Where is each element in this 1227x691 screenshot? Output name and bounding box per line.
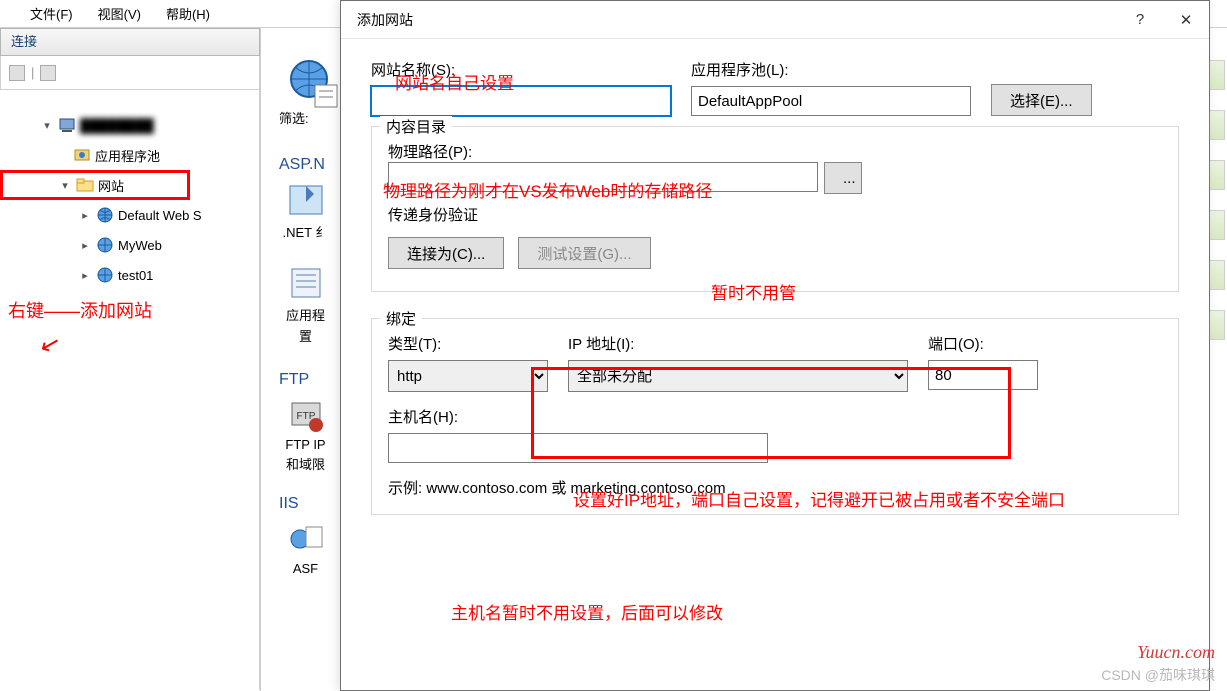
site-name-label: 网站名称(S): [371,59,671,80]
group-title: 绑定 [380,308,422,329]
pass-through-auth-label: 传递身份验证 [388,204,1162,225]
annotation-hostname: 主机名暂时不用设置，后面可以修改 [451,599,723,624]
ip-address-label: IP 地址(I): [568,333,908,354]
hostname-label: 主机名(H): [388,406,768,427]
feature-icon[interactable] [286,180,326,220]
type-label: 类型(T): [388,333,548,354]
dialog-title: 添加网站 [357,10,413,30]
port-input[interactable] [928,360,1038,390]
app-pool-icon [73,146,91,164]
test-settings-button: 测试设置(G)... [518,237,650,269]
app-pool-input [691,86,971,116]
feature-icon[interactable]: FTP [286,395,326,435]
app-pool-label: 应用程序池(L): [691,59,971,80]
toolbar-icon[interactable] [40,65,56,81]
right-strip [1209,60,1227,690]
chevron-right-icon[interactable]: ▸ [78,269,92,282]
website-icon [287,57,341,111]
connections-tree: ▾ ████████ 应用程序池 ▾ 网站 ▸ Default Web S ▸ … [0,90,260,690]
connections-header: 连接 [0,28,260,56]
tree-server[interactable]: ▾ ████████ [0,110,259,140]
globe-icon [96,266,114,284]
physical-path-label: 物理路径(P): [388,144,472,161]
connect-as-button[interactable]: 连接为(C)... [388,237,504,269]
watermark: Yuucn.com [1137,642,1215,663]
annotation-rightclick: 右键——添加网站 [8,297,152,323]
tree-site-test01[interactable]: ▸ test01 [0,260,259,290]
help-button[interactable]: ? [1117,5,1163,35]
feature-view: 筛选: ASP.N .NET 纟 应用程 置 FTP FTP FTP IP 和域… [260,28,350,691]
annotation-arrow: ↙ [37,328,64,361]
type-select[interactable]: http [388,360,548,392]
toolbar-icon[interactable] [9,65,25,81]
tree-site-default[interactable]: ▸ Default Web S [0,200,259,230]
server-icon [58,116,76,134]
chevron-right-icon[interactable]: ▸ [78,209,92,222]
feature-icon[interactable] [286,519,326,559]
browse-button[interactable]: ... [824,162,862,194]
binding-group: 绑定 类型(T): http IP 地址(I): 全部未分配 端口(O): 主机… [371,318,1179,515]
site-name-input[interactable] [371,86,671,116]
chevron-down-icon[interactable]: ▾ [40,119,54,132]
hostname-input[interactable] [388,433,768,463]
menu-file[interactable]: 文件(F) [30,4,73,23]
tree-app-pools[interactable]: 应用程序池 [0,140,259,170]
globe-icon [96,206,114,224]
folder-icon [76,176,94,194]
tree-site-myweb[interactable]: ▸ MyWeb [0,230,259,260]
port-label: 端口(O): [928,333,1038,354]
dialog-titlebar: 添加网站 ? ✕ [341,1,1209,39]
chevron-right-icon[interactable]: ▸ [78,239,92,252]
csdn-credit: CSDN @茄味琪琪 [1101,665,1215,685]
feature-icon[interactable] [286,263,326,303]
close-button[interactable]: ✕ [1163,5,1209,35]
select-app-pool-button[interactable]: 选择(E)... [991,84,1092,116]
group-title: 内容目录 [380,116,452,137]
physical-path-input[interactable] [388,162,818,192]
chevron-down-icon[interactable]: ▾ [58,179,72,192]
ip-address-select[interactable]: 全部未分配 [568,360,908,392]
tree-sites[interactable]: ▾ 网站 [0,170,190,200]
connections-toolbar: | [0,56,260,90]
menu-help[interactable]: 帮助(H) [166,4,210,23]
add-website-dialog: 添加网站 ? ✕ 网站名称(S): 应用程序池(L): . 选择(E)... 内… [340,0,1210,691]
menu-view[interactable]: 视图(V) [98,4,141,23]
content-directory-group: 内容目录 物理路径(P): ... 传递身份验证 连接为(C)... 测试设置(… [371,126,1179,292]
globe-icon [96,236,114,254]
hostname-example: 示例: www.contoso.com 或 marketing.contoso.… [388,477,1162,498]
